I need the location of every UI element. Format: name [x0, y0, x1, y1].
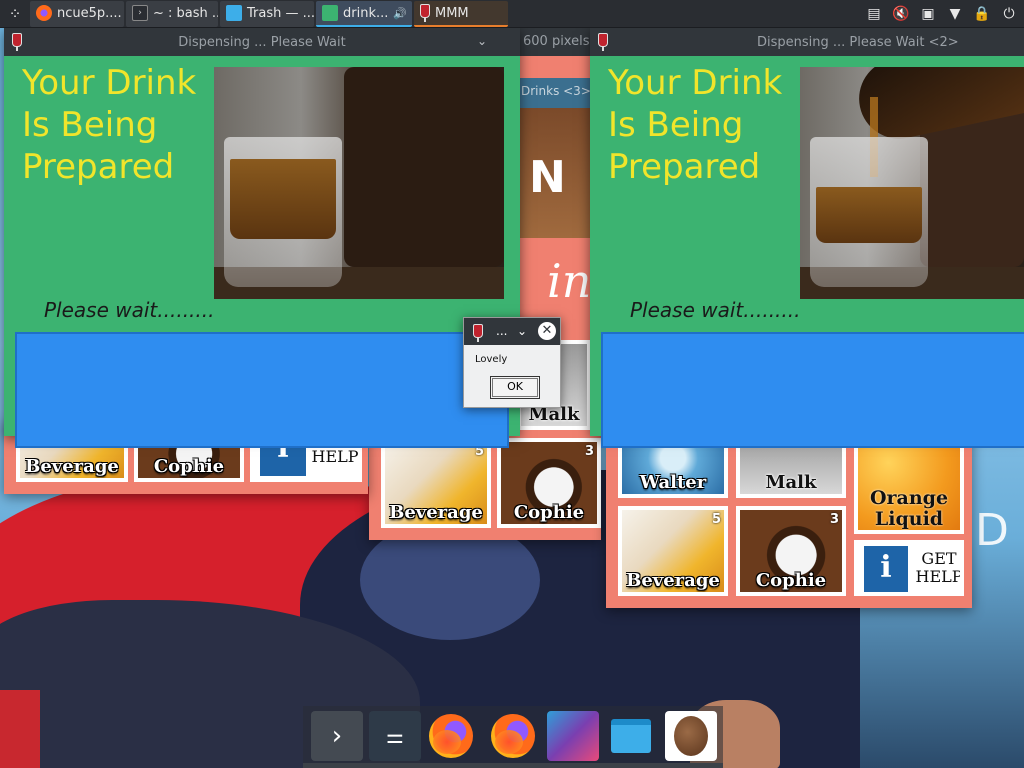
ok-button[interactable]: OK: [490, 376, 540, 399]
task-trash[interactable]: Trash — ...: [220, 1, 314, 27]
task-terminal[interactable]: › ~ : bash ...: [126, 1, 218, 27]
close-icon[interactable]: ✕: [538, 322, 556, 340]
coffee-bean-icon[interactable]: [665, 711, 717, 761]
dispense-heading: Your Drink Is Being Prepared: [22, 63, 197, 187]
dialog-title: ...: [496, 324, 508, 338]
get-help-tile[interactable]: i GET HELP: [854, 540, 964, 596]
network-icon[interactable]: ▣: [919, 5, 937, 23]
cophie-tile[interactable]: 3 Cophie: [736, 506, 846, 596]
firefox-icon[interactable]: [425, 711, 477, 761]
arrow-down-icon[interactable]: ▼: [946, 5, 964, 23]
task-mmm[interactable]: MMM: [414, 1, 508, 27]
progress-area: [601, 332, 1024, 448]
message-dialog[interactable]: ... ⌄ ✕ Lovely OK: [463, 317, 561, 408]
beverage-tile[interactable]: 5 Beverage: [618, 506, 728, 596]
dock-edge: [303, 763, 723, 768]
chevron-down-icon[interactable]: ⌄: [517, 324, 527, 338]
glass-icon: [420, 4, 430, 22]
cophie-tile[interactable]: 3 Cophie: [497, 438, 601, 528]
whiskey-glass-image: [214, 67, 504, 299]
clipboard-icon[interactable]: ▤: [865, 5, 883, 23]
firefox-icon: [36, 5, 52, 21]
dispensing-window[interactable]: Dispensing ... Please Wait ⌄ Your Drink …: [4, 28, 520, 448]
top-panel: ⁘ ncue5p.... › ~ : bash ... Trash — ... …: [0, 0, 1024, 28]
dispense-heading: Your Drink Is Being Prepared: [608, 63, 783, 187]
coffee-banner: N: [517, 108, 601, 238]
dialog-message: Lovely: [475, 354, 508, 365]
dock: › ⚌: [303, 706, 723, 768]
power-icon[interactable]: ⏻: [1000, 5, 1018, 23]
dispensing-window-2[interactable]: Dispensing ... Please Wait <2> Your Drin…: [590, 28, 1024, 448]
banner-letter: N: [529, 152, 566, 203]
dispense-panel: Your Drink Is Being Prepared Please wait…: [590, 56, 1024, 448]
progress-area: [15, 332, 509, 448]
glass-icon: [473, 323, 483, 342]
wallpaper-shape: [0, 690, 40, 768]
info-icon: i: [864, 546, 908, 592]
settings-icon[interactable]: ⚌: [369, 711, 421, 761]
please-wait-text: Please wait.........: [44, 298, 215, 322]
folder-icon[interactable]: [605, 711, 657, 761]
window-titlebar[interactable]: Dispensing ... Please Wait <2>: [590, 28, 1024, 56]
dispense-panel: Your Drink Is Being Prepared Please wait…: [4, 56, 520, 448]
glass-icon: [12, 33, 26, 51]
terminal-icon: ›: [132, 5, 148, 21]
task-drinks[interactable]: drink... 🔊: [316, 1, 412, 27]
chevron-down-icon[interactable]: ⌄: [474, 33, 490, 49]
please-wait-text: Please wait.........: [630, 298, 801, 322]
speaker-muted-icon[interactable]: 🔇: [892, 5, 910, 23]
kde-launcher-icon[interactable]: ⁘: [0, 0, 30, 28]
task-firefox[interactable]: ncue5p....: [30, 1, 124, 27]
audio-playing-icon: 🔊: [393, 6, 408, 20]
dialog-titlebar[interactable]: ... ⌄ ✕: [464, 318, 560, 345]
wallpaper-letter: D: [975, 505, 1009, 556]
window-titlebar[interactable]: Dispensing ... Please Wait ⌄: [4, 28, 520, 56]
krita-icon[interactable]: [547, 711, 599, 761]
system-tray: ▤ 🔇 ▣ ▼ 🔒 ⏻: [865, 0, 1018, 28]
firefox-icon[interactable]: [487, 711, 539, 761]
window-title: Dispensing ... Please Wait: [178, 34, 346, 50]
drinks-window-2[interactable]: Walter Malk Orange Liquid 5 Beverage 3 C…: [606, 420, 972, 608]
folder-icon: [226, 5, 242, 21]
drinks-app-icon: [322, 5, 338, 21]
window-title-fragment: 600 pixels): [523, 34, 595, 49]
pouring-whiskey-image: [800, 67, 1024, 299]
glass-icon: [598, 33, 612, 51]
beverage-tile[interactable]: 5 Beverage: [381, 438, 491, 528]
lock-icon[interactable]: 🔒: [973, 5, 991, 23]
window-title: Dispensing ... Please Wait <2>: [757, 34, 959, 50]
terminal-icon[interactable]: ›: [311, 711, 363, 761]
drinks3-title: Drinks <3>: [517, 78, 601, 108]
